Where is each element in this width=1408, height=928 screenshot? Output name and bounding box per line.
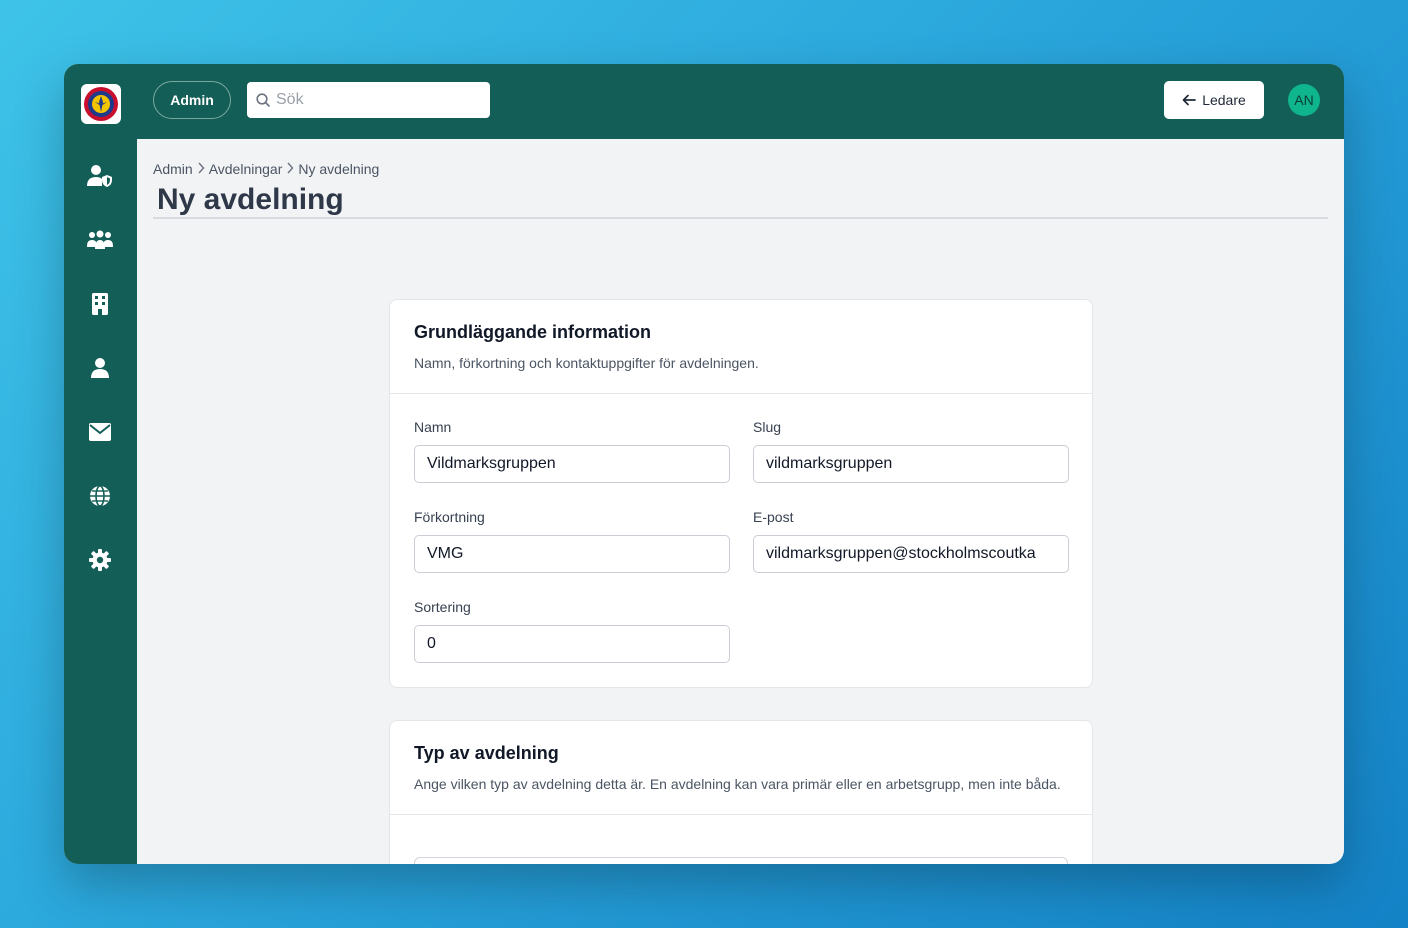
chevron-right-icon — [197, 162, 205, 177]
envelope-icon — [89, 423, 111, 441]
breadcrumb-current: Ny avdelning — [298, 161, 380, 177]
page-title: Ny avdelning — [157, 183, 344, 216]
main-content: Admin Avdelningar Ny avdelning Ny avdeln… — [137, 139, 1344, 864]
name-field: Namn Vildmarksgruppen — [414, 419, 730, 483]
email-field: E-post vildmarksgruppen@stockholmscoutka — [753, 509, 1069, 573]
sidebar-item-settings[interactable] — [86, 546, 114, 574]
back-to-ledare-button[interactable]: Ledare — [1164, 81, 1264, 119]
sidebar-item-web[interactable] — [86, 482, 114, 510]
slug-label: Slug — [753, 419, 782, 435]
card-description: Namn, förkortning och kontaktuppgifter f… — [414, 355, 759, 371]
users-icon — [87, 230, 113, 249]
search-icon — [256, 93, 270, 107]
slug-input[interactable]: vildmarksgruppen — [753, 445, 1069, 483]
abbreviation-field: Förkortning VMG — [414, 509, 730, 573]
basic-info-card: Grundläggande information Namn, förkortn… — [389, 299, 1093, 688]
scout-logo-icon — [84, 87, 118, 121]
sidebar-item-departments[interactable] — [86, 290, 114, 318]
abbreviation-label: Förkortning — [414, 509, 485, 525]
breadcrumb-avdelningar[interactable]: Avdelningar — [209, 161, 283, 177]
gear-icon — [89, 549, 111, 571]
user-shield-icon — [87, 165, 112, 187]
admin-button[interactable]: Admin — [153, 81, 231, 119]
slug-field: Slug vildmarksgruppen — [753, 419, 1069, 483]
card-header: Typ av avdelning Ange vilken typ av avde… — [390, 721, 1092, 815]
user-icon — [91, 358, 109, 378]
sidebar-item-groups[interactable] — [86, 226, 114, 254]
sidebar-item-mail[interactable] — [86, 418, 114, 446]
breadcrumb: Admin Avdelningar Ny avdelning — [153, 161, 379, 177]
email-label: E-post — [753, 509, 794, 525]
name-input[interactable]: Vildmarksgruppen — [414, 445, 730, 483]
sidebar-item-admins[interactable] — [86, 162, 114, 190]
top-bar: Admin Ledare AN — [137, 64, 1344, 139]
app-window: Admin Ledare AN Admin — [64, 64, 1344, 864]
name-label: Namn — [414, 419, 452, 435]
title-divider — [153, 217, 1328, 219]
search-input[interactable] — [276, 91, 476, 109]
user-avatar[interactable]: AN — [1288, 84, 1320, 116]
building-icon — [92, 293, 108, 315]
abbreviation-input[interactable]: VMG — [414, 535, 730, 573]
sidebar — [64, 64, 137, 864]
app-logo[interactable] — [81, 84, 121, 124]
card-header: Grundläggande information Namn, förkortn… — [390, 300, 1092, 394]
chevron-right-icon — [286, 162, 294, 177]
breadcrumb-admin[interactable]: Admin — [153, 161, 193, 177]
type-option-box[interactable] — [414, 857, 1068, 864]
card-title: Grundläggande information — [414, 322, 651, 342]
card-description: Ange vilken typ av avdelning detta är. E… — [414, 776, 1061, 792]
sort-input[interactable]: 0 — [414, 625, 730, 663]
back-button-label: Ledare — [1202, 92, 1246, 108]
sidebar-item-members[interactable] — [86, 354, 114, 382]
sort-label: Sortering — [414, 599, 471, 615]
department-type-card: Typ av avdelning Ange vilken typ av avde… — [389, 720, 1093, 864]
email-input[interactable]: vildmarksgruppen@stockholmscoutka — [753, 535, 1069, 573]
card-title: Typ av avdelning — [414, 743, 559, 763]
arrow-left-icon — [1182, 94, 1197, 106]
globe-icon — [90, 485, 110, 507]
sort-field: Sortering 0 — [414, 599, 730, 663]
search-box[interactable] — [247, 82, 490, 118]
